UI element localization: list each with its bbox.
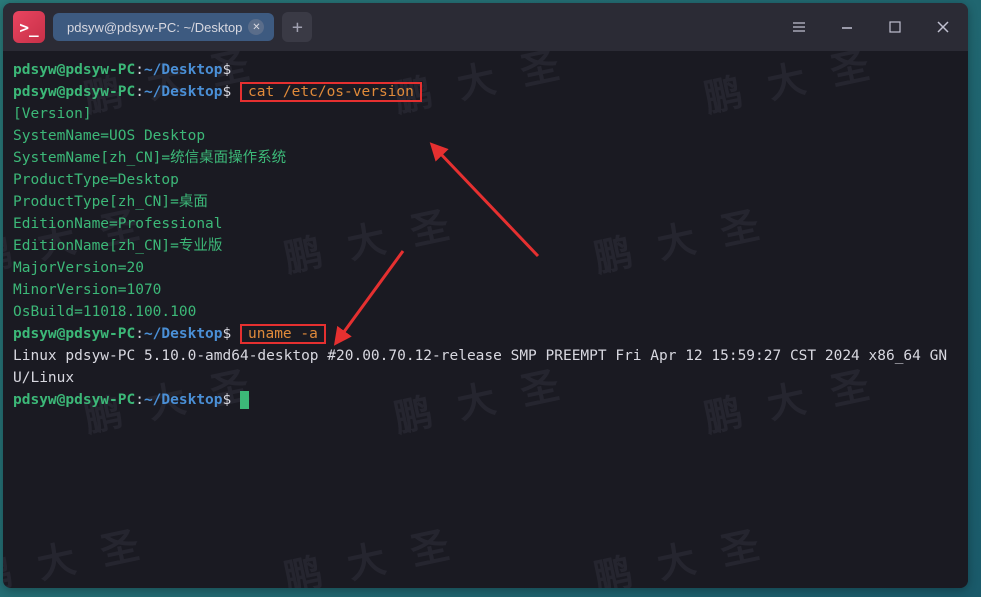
prompt-line-empty: pdsyw@pdsyw-PC:~/Desktop$ [13,59,958,81]
watermark-text: 鹏 大 圣 [283,533,459,588]
minimize-icon[interactable] [832,12,862,42]
output-os-version-line: SystemName=UOS Desktop [13,125,958,147]
new-tab-button[interactable]: + [282,12,312,42]
output-os-version-line: OsBuild=11018.100.100 [13,301,958,323]
terminal-window: >_ pdsyw@pdsyw-PC: ~/Desktop ✕ + 鹏 大 圣 鹏 … [3,3,968,588]
output-os-version-line: MinorVersion=1070 [13,279,958,301]
output-uname: Linux pdsyw-PC 5.10.0-amd64-desktop #20.… [13,345,958,389]
cursor [240,391,249,409]
output-version-header: [Version] [13,103,958,125]
terminal-app-icon: >_ [13,11,45,43]
output-os-version-line: SystemName[zh_CN]=统信桌面操作系统 [13,147,958,169]
terminal-body[interactable]: 鹏 大 圣鹏 大 圣鹏 大 圣鹏 大 圣鹏 大 圣鹏 大 圣鹏 大 圣鹏 大 圣… [3,51,968,588]
tab-title: pdsyw@pdsyw-PC: ~/Desktop [67,20,242,35]
prompt-line-cmd2: pdsyw@pdsyw-PC:~/Desktop$ uname -a [13,323,958,345]
maximize-icon[interactable] [880,12,910,42]
highlighted-command-2: uname -a [240,324,326,344]
hamburger-menu-icon[interactable] [784,12,814,42]
terminal-tab[interactable]: pdsyw@pdsyw-PC: ~/Desktop ✕ [53,13,274,41]
output-os-version-line: EditionName=Professional [13,213,958,235]
output-os-version-line: ProductType[zh_CN]=桌面 [13,191,958,213]
close-window-icon[interactable] [928,12,958,42]
window-controls [784,12,958,42]
title-bar: >_ pdsyw@pdsyw-PC: ~/Desktop ✕ + [3,3,968,51]
highlighted-command-1: cat /etc/os-version [240,82,422,102]
output-os-version-line: MajorVersion=20 [13,257,958,279]
close-tab-icon[interactable]: ✕ [248,19,264,35]
watermark-text: 鹏 大 圣 [593,533,769,588]
output-os-version-line: ProductType=Desktop [13,169,958,191]
watermark-text: 鹏 大 圣 [3,533,148,588]
prompt-line-cursor: pdsyw@pdsyw-PC:~/Desktop$ [13,389,958,411]
prompt-line-cmd1: pdsyw@pdsyw-PC:~/Desktop$ cat /etc/os-ve… [13,81,958,103]
output-os-version-line: EditionName[zh_CN]=专业版 [13,235,958,257]
